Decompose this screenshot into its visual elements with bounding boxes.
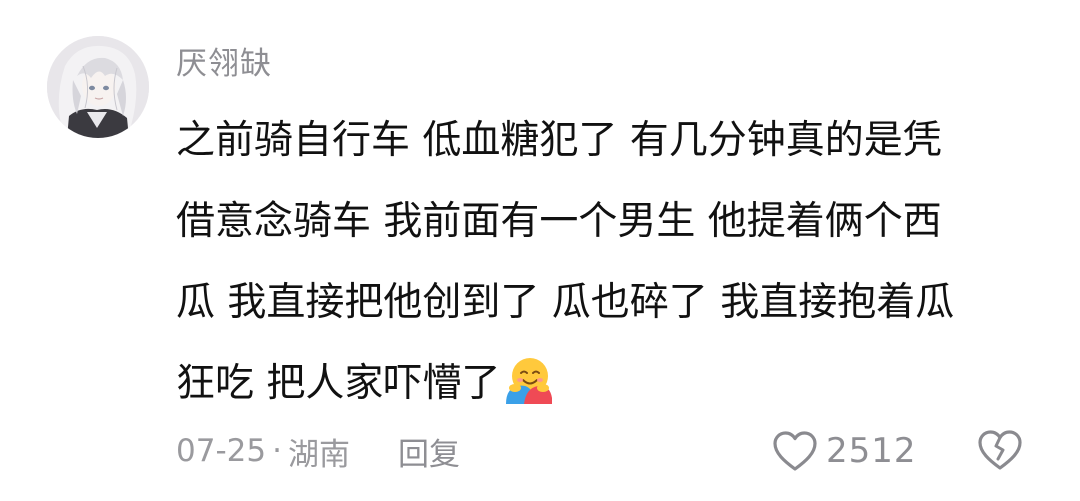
reply-button[interactable]: 回复 <box>398 429 460 474</box>
comment-text-line: 借意念骑车 我前面有一个男生 他提着俩个西 <box>176 199 942 244</box>
hugging-face-emoji-icon <box>502 353 554 405</box>
comment-item: 厌翎缺 之前骑自行车 低血糖犯了 有几分钟真的是凭 借意念骑车 我前面有一个男生… <box>0 0 1080 501</box>
comment-meta: 07-25 · 湖南 回复 <box>176 426 460 476</box>
comment-text-line: 之前骑自行车 低血糖犯了 有几分钟真的是凭 <box>176 118 942 163</box>
comment-text-line: 瓜 我直接把他创到了 瓜也碎了 我直接抱着瓜 <box>176 280 955 325</box>
broken-heart-outline-icon <box>978 430 1022 470</box>
comment-date: 07-25 <box>176 433 267 469</box>
comment-location: 湖南 <box>287 436 350 473</box>
comment-text: 之前骑自行车 低血糖犯了 有几分钟真的是凭 借意念骑车 我前面有一个男生 他提着… <box>176 100 1056 424</box>
anime-girl-avatar-icon <box>47 36 149 138</box>
like-count: 2512 <box>826 431 917 471</box>
username[interactable]: 厌翎缺 <box>176 44 272 84</box>
dislike-button[interactable] <box>976 428 1024 474</box>
like-button[interactable]: 2512 <box>772 428 917 474</box>
meta-separator: · <box>272 433 282 469</box>
comment-text-line-last: 狂吃 把人家吓懵了 <box>176 343 1056 424</box>
heart-outline-icon <box>773 431 817 471</box>
comment-text-line: 狂吃 把人家吓懵了 <box>176 361 501 406</box>
avatar[interactable] <box>47 36 149 138</box>
